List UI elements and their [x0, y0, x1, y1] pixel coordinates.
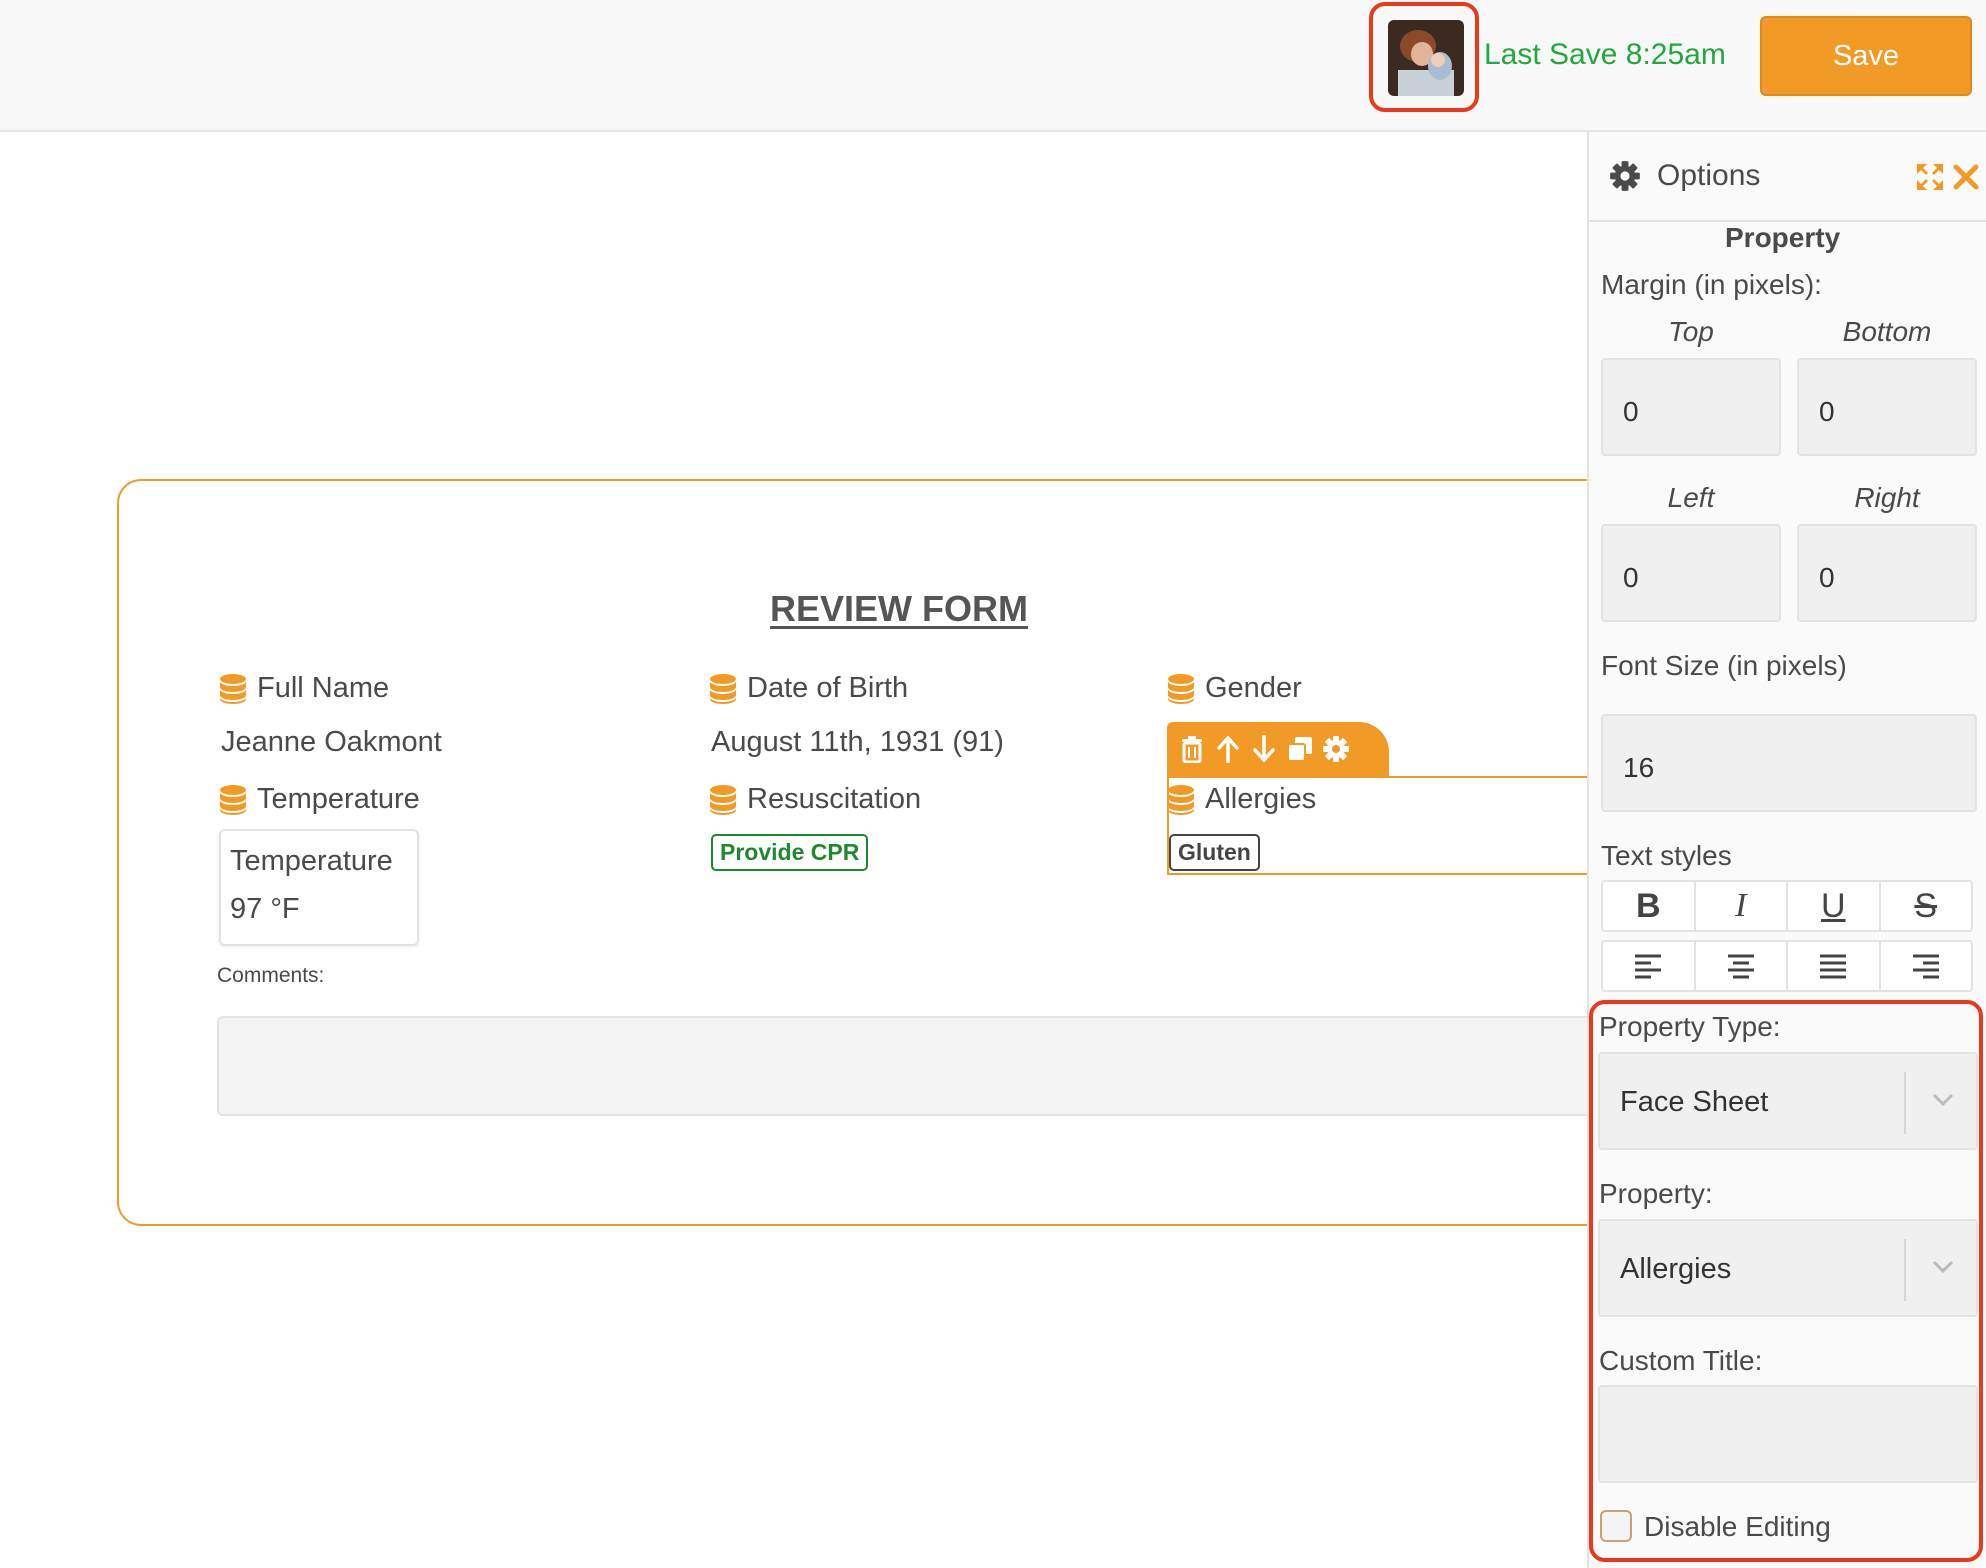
align-justify-icon	[1820, 954, 1847, 979]
property-value: Allergies	[1620, 1253, 1732, 1285]
element-toolbar	[1167, 722, 1389, 776]
margin-top-label: Top	[1668, 316, 1714, 347]
options-header: Options	[1589, 132, 1986, 222]
options-title: Options	[1657, 159, 1761, 192]
field-label-text: Resuscitation	[747, 783, 922, 815]
property-select[interactable]: Allergies	[1598, 1219, 1978, 1317]
chevron-down-icon[interactable]	[1930, 1257, 1956, 1280]
field-label-text: Date of Birth	[747, 672, 909, 704]
property-type-value: Face Sheet	[1620, 1086, 1769, 1118]
temperature-box-title: Temperature	[230, 845, 393, 877]
top-bar: Last Save 8:25am Save	[0, 0, 1986, 132]
save-button[interactable]: Save	[1760, 16, 1972, 96]
disable-editing-label: Disable Editing	[1644, 1511, 1831, 1542]
underline-button[interactable]: U	[1786, 880, 1881, 932]
align-right-button[interactable]	[1878, 940, 1973, 992]
temperature-box-value: 97 °F	[230, 893, 300, 925]
last-save-status: Last Save 8:25am	[1484, 38, 1726, 71]
avatar-highlight	[1369, 2, 1479, 112]
field-label-resuscitation: Resuscitation	[709, 783, 921, 816]
margin-bottom-input[interactable]: 0	[1797, 358, 1977, 456]
strikethrough-button[interactable]: S	[1878, 880, 1973, 932]
margin-top-input[interactable]: 0	[1601, 358, 1781, 456]
comments-label: Comments:	[217, 964, 325, 987]
close-icon[interactable]	[1953, 164, 1979, 195]
trash-icon[interactable]	[1177, 733, 1207, 765]
field-label-dob: Date of Birth	[709, 672, 908, 705]
align-center-button[interactable]	[1693, 940, 1788, 992]
database-icon	[709, 673, 737, 705]
expand-icon[interactable]	[1915, 162, 1945, 197]
status-badge: Provide CPR	[711, 834, 869, 871]
disable-editing-checkbox[interactable]	[1600, 1510, 1632, 1542]
custom-title-label: Custom Title:	[1599, 1345, 1763, 1376]
chevron-down-icon[interactable]	[1930, 1090, 1956, 1113]
comments-input[interactable]	[217, 1016, 1587, 1116]
property-type-select[interactable]: Face Sheet	[1598, 1052, 1978, 1150]
field-label-full-name: Full Name	[219, 672, 389, 705]
field-label-allergies: Allergies	[1167, 783, 1316, 816]
section-title: Property	[1725, 222, 1841, 253]
align-right-icon	[1912, 954, 1939, 979]
arrow-up-icon[interactable]	[1213, 733, 1243, 765]
field-value-dob: August 11th, 1931 (91)	[711, 726, 1004, 758]
gear-icon	[1609, 160, 1641, 197]
temperature-box: Temperature 97 °F	[219, 829, 419, 946]
field-label-text: Gender	[1205, 672, 1302, 704]
font-size-label: Font Size (in pixels)	[1601, 650, 1847, 681]
text-styles-label: Text styles	[1601, 840, 1732, 871]
avatar[interactable]	[1388, 20, 1464, 96]
margin-bottom-label: Bottom	[1842, 316, 1932, 347]
database-icon	[219, 673, 247, 705]
field-label-text: Allergies	[1205, 783, 1317, 815]
margin-right-label: Right	[1854, 482, 1920, 513]
arrow-down-icon[interactable]	[1249, 733, 1279, 765]
bold-button[interactable]: B	[1601, 880, 1696, 932]
database-icon	[1167, 784, 1195, 816]
custom-title-input[interactable]	[1598, 1385, 1978, 1483]
text-style-row: B I U S	[1601, 880, 1973, 932]
align-left-icon	[1635, 954, 1662, 979]
align-row	[1601, 940, 1973, 992]
margin-right-input[interactable]: 0	[1797, 524, 1977, 622]
select-separator	[1904, 1239, 1906, 1301]
field-label-temperature: Temperature	[219, 783, 420, 816]
database-icon	[709, 784, 737, 816]
field-label-text: Full Name	[257, 672, 390, 704]
property-type-label: Property Type:	[1599, 1011, 1781, 1042]
form-title: REVIEW FORM	[770, 588, 1028, 629]
margin-left-label: Left	[1667, 482, 1715, 513]
italic-button[interactable]: I	[1693, 880, 1788, 932]
property-label: Property:	[1599, 1178, 1713, 1209]
select-separator	[1904, 1072, 1906, 1134]
allergy-badge: Gluten	[1169, 834, 1260, 871]
field-label-gender: Gender	[1167, 672, 1302, 705]
database-icon	[219, 784, 247, 816]
align-justify-button[interactable]	[1786, 940, 1881, 992]
field-label-text: Temperature	[257, 783, 420, 815]
database-icon	[1167, 673, 1195, 705]
margin-label: Margin (in pixels):	[1601, 269, 1822, 300]
align-center-icon	[1727, 954, 1754, 979]
field-value-full-name: Jeanne Oakmont	[221, 726, 442, 758]
font-size-input[interactable]: 16	[1601, 714, 1977, 812]
copy-icon[interactable]	[1285, 733, 1315, 765]
margin-left-input[interactable]: 0	[1601, 524, 1781, 622]
align-left-button[interactable]	[1601, 940, 1696, 992]
gear-icon[interactable]	[1321, 733, 1351, 765]
